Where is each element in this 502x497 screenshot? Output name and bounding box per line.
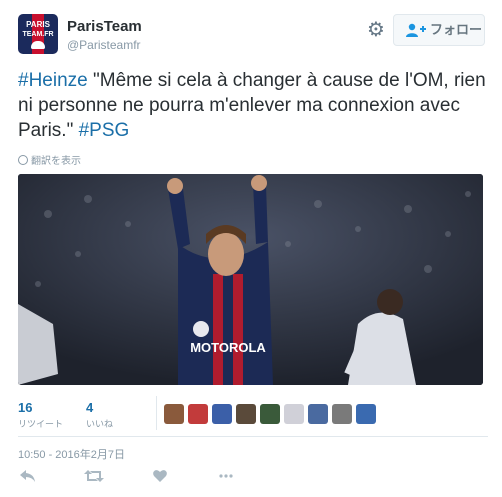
more-icon[interactable] xyxy=(216,468,236,488)
gear-icon[interactable]: ⚙ xyxy=(364,18,388,42)
tweet-timestamp[interactable]: 10:50 - 2016年2月7日 xyxy=(18,446,125,462)
photo-illustration: MOTOROLA xyxy=(18,174,483,385)
divider xyxy=(18,436,488,437)
tweet-text: #Heinze "Même si cela à changer à cause … xyxy=(18,68,488,143)
hashtag-heinze[interactable]: #Heinze xyxy=(18,70,88,91)
retweet-count[interactable]: 16 xyxy=(18,400,32,415)
follow-button[interactable]: フォロー xyxy=(393,14,485,46)
tweet-header: PARIS TEAM.FR ParisTeam @Paristeamfr ⚙ フ… xyxy=(18,14,488,58)
like-count[interactable]: 4 xyxy=(86,400,93,415)
display-name[interactable]: ParisTeam xyxy=(67,18,142,35)
heart-icon[interactable] xyxy=(150,468,170,488)
tweet-stats: 16 リツイート 4 いいね xyxy=(18,396,488,436)
jersey-text: MOTOROLA xyxy=(190,340,266,355)
liker-avatar[interactable] xyxy=(236,404,256,424)
liker-avatar[interactable] xyxy=(212,404,232,424)
add-user-icon xyxy=(406,23,426,37)
avatar-logo-shape xyxy=(31,41,45,49)
avatar-text-top: PARIS xyxy=(26,20,50,29)
translate-label: 翻訳を表示 xyxy=(31,156,81,167)
liker-avatar[interactable] xyxy=(308,404,328,424)
liker-avatar[interactable] xyxy=(356,404,376,424)
like-label: いいね xyxy=(86,419,114,429)
liker-avatar[interactable] xyxy=(332,404,352,424)
liker-avatar[interactable] xyxy=(260,404,280,424)
avatar[interactable]: PARIS TEAM.FR xyxy=(18,14,58,54)
avatar-text-bottom: TEAM.FR xyxy=(22,31,54,38)
retweet-icon[interactable] xyxy=(84,468,104,488)
reply-icon[interactable] xyxy=(18,468,38,488)
globe-icon xyxy=(18,155,28,165)
liker-avatar[interactable] xyxy=(188,404,208,424)
liker-avatar[interactable] xyxy=(164,404,184,424)
retweet-label: リツイート xyxy=(18,419,64,429)
tweet-photo[interactable]: MOTOROLA xyxy=(18,174,483,385)
hashtag-psg[interactable]: #PSG xyxy=(79,120,130,141)
liker-avatar[interactable] xyxy=(284,404,304,424)
tweet-actions xyxy=(18,468,488,490)
follow-label: フォロー xyxy=(430,22,483,37)
translate-link[interactable]: 翻訳を表示 xyxy=(18,152,81,167)
user-handle[interactable]: @Paristeamfr xyxy=(67,38,141,52)
stats-divider xyxy=(156,396,157,430)
